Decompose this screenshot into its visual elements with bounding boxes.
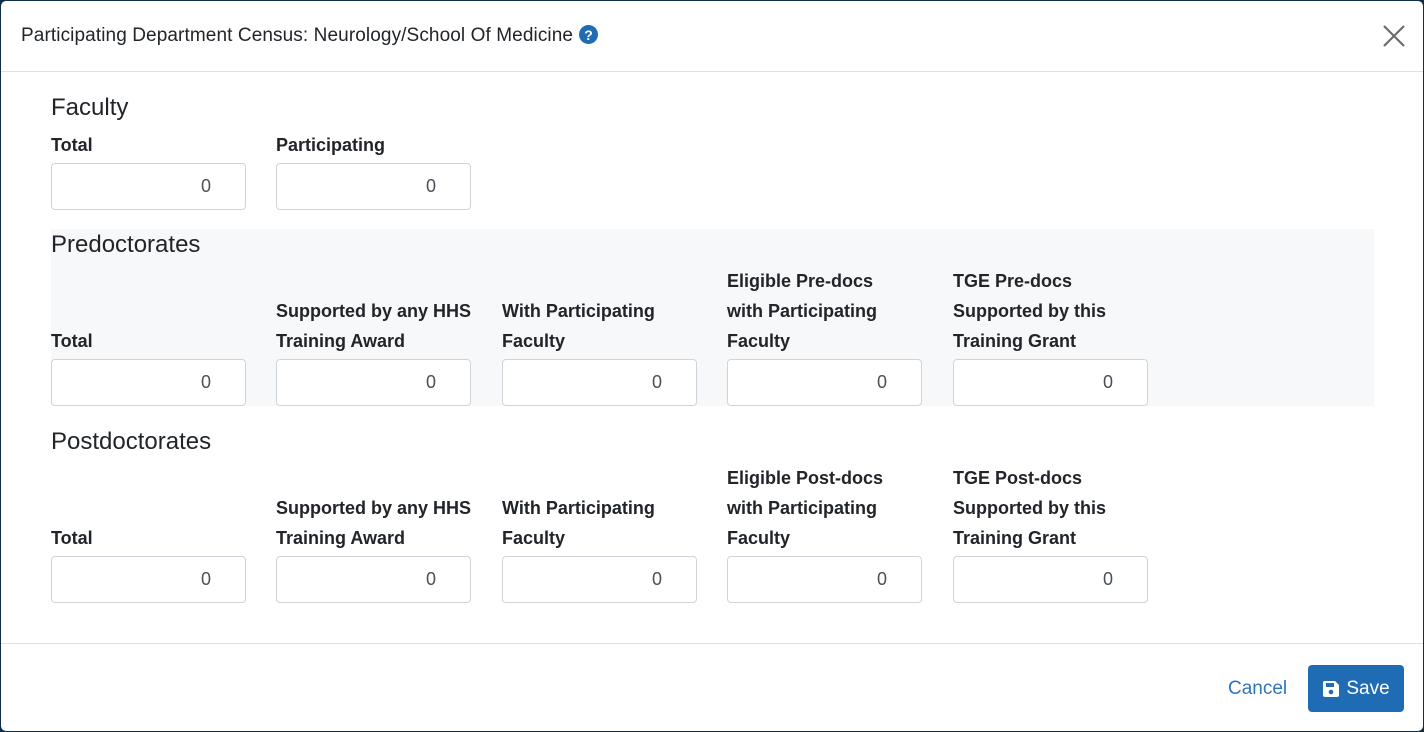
- predoc-with-faculty-field: With Participating Faculty: [502, 266, 698, 406]
- section-heading: Postdoctorates: [51, 428, 212, 455]
- postdoc-with-faculty-input[interactable]: [502, 556, 697, 603]
- predoctorates-section-title: Predoctorates: [51, 231, 200, 259]
- question-circle-icon[interactable]: ?: [579, 25, 599, 45]
- predoc-with-faculty-input[interactable]: [502, 359, 697, 406]
- close-icon[interactable]: [1381, 23, 1407, 49]
- postdoc-tge-field: TGE Post-docs Supported by this Training…: [953, 463, 1149, 603]
- census-dialog: Participating Department Census: Neurolo…: [1, 1, 1423, 731]
- section-heading: Faculty: [51, 94, 129, 121]
- postdoctorates-section-title: Postdoctorates: [51, 428, 211, 456]
- predoc-hhs-input[interactable]: [276, 359, 471, 406]
- field-label: Total: [51, 528, 93, 548]
- save-button[interactable]: Save: [1308, 665, 1404, 712]
- faculty-participating-input[interactable]: [276, 163, 471, 210]
- field-label: Eligible Pre-docs with Participating Fac…: [727, 271, 878, 351]
- predoc-total-field: Total: [51, 266, 247, 406]
- predoctorates-panel: [51, 229, 1374, 406]
- field-label: Total: [51, 331, 93, 351]
- dialog-body: Faculty Total Participating Predoctorate…: [1, 72, 1423, 643]
- field-label: Supported by any HHS Training Award: [276, 498, 472, 548]
- faculty-section-title: Faculty: [51, 94, 128, 122]
- floppy-disk-icon: [1323, 680, 1340, 697]
- field-label: With Participating Faculty: [502, 498, 655, 548]
- predoc-tge-input[interactable]: [953, 359, 1148, 406]
- faculty-participating-field: Participating: [276, 132, 472, 210]
- predoc-eligible-input[interactable]: [727, 359, 922, 406]
- dialog-footer: Cancel Save: [1, 643, 1423, 731]
- field-label: Eligible Post-docs with Participating Fa…: [727, 468, 884, 548]
- postdoc-total-field: Total: [51, 463, 247, 603]
- faculty-total-input[interactable]: [51, 163, 246, 210]
- field-label: Participating: [276, 135, 386, 155]
- predoc-hhs-field: Supported by any HHS Training Award: [276, 266, 472, 406]
- postdoc-eligible-field: Eligible Post-docs with Participating Fa…: [727, 463, 923, 603]
- dialog-title-text: Participating Department Census: Neurolo…: [21, 25, 574, 46]
- save-label: Save: [1346, 677, 1390, 699]
- predoc-eligible-field: Eligible Pre-docs with Participating Fac…: [727, 266, 923, 406]
- field-label: Total: [51, 135, 93, 155]
- postdoc-eligible-input[interactable]: [727, 556, 922, 603]
- field-label: TGE Post-docs Supported by this Training…: [953, 468, 1106, 548]
- field-label: With Participating Faculty: [502, 301, 655, 351]
- postdoc-hhs-field: Supported by any HHS Training Award: [276, 463, 472, 603]
- postdoc-hhs-input[interactable]: [276, 556, 471, 603]
- predoc-total-input[interactable]: [51, 359, 246, 406]
- field-label: Supported by any HHS Training Award: [276, 301, 472, 351]
- cancel-button[interactable]: Cancel: [1228, 678, 1287, 700]
- postdoc-tge-input[interactable]: [953, 556, 1148, 603]
- postdoc-with-faculty-field: With Participating Faculty: [502, 463, 698, 603]
- faculty-total-field: Total: [51, 132, 247, 210]
- section-heading: Predoctorates: [51, 231, 201, 258]
- dialog-header: Participating Department Census: Neurolo…: [1, 1, 1423, 72]
- postdoc-total-input[interactable]: [51, 556, 246, 603]
- field-label: TGE Pre-docs Supported by this Training …: [953, 271, 1106, 351]
- predoc-tge-field: TGE Pre-docs Supported by this Training …: [953, 266, 1149, 406]
- dialog-title: Participating Department Census: Neurolo…: [21, 25, 599, 47]
